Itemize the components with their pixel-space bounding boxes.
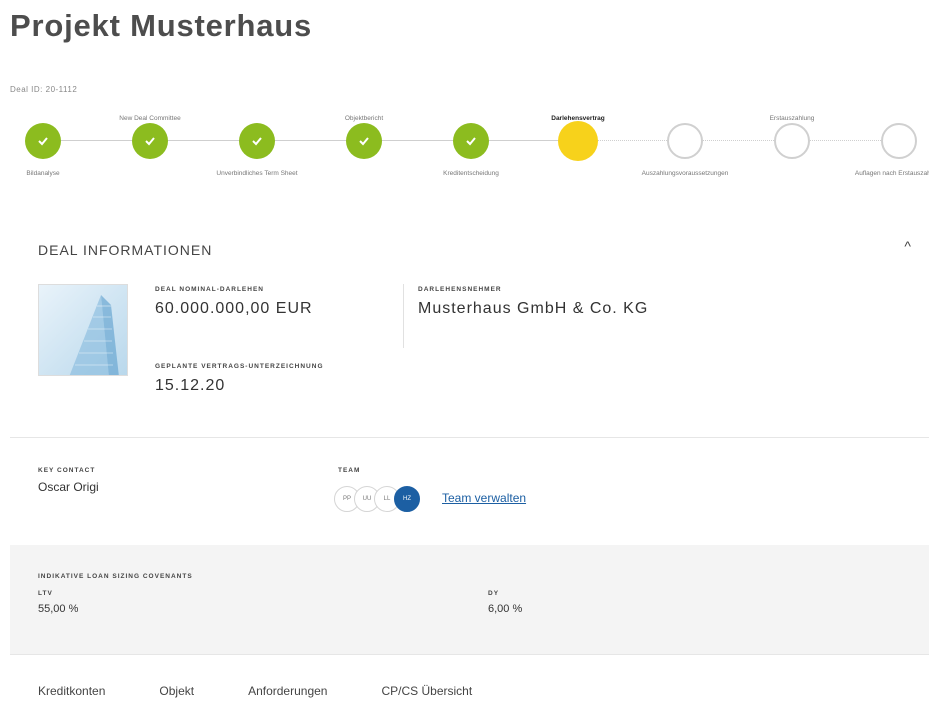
deal-id: Deal ID: 20-1112 bbox=[10, 85, 78, 94]
step-5[interactable]: Darlehensvertrag bbox=[518, 95, 638, 205]
borrower-value: Musterhaus GmbH & Co. KG bbox=[418, 300, 649, 317]
team-label: TEAM bbox=[338, 467, 361, 474]
tab-cpcs-uebersicht[interactable]: CP/CS Übersicht bbox=[381, 684, 472, 698]
divider bbox=[403, 284, 404, 348]
borrower-label: DARLEHENSNEHMER bbox=[418, 286, 502, 293]
step-pending-indicator bbox=[881, 123, 917, 159]
key-contact-label: KEY CONTACT bbox=[38, 467, 96, 474]
tab-anforderungen[interactable]: Anforderungen bbox=[248, 684, 327, 698]
signing-label: GEPLANTE VERTRAGS-UNTERZEICHNUNG bbox=[155, 363, 324, 370]
step-8[interactable]: Auflagen nach Erstauszahlung bbox=[839, 95, 929, 205]
step-label: Objektbericht bbox=[344, 115, 384, 122]
step-7[interactable]: Erstauszahlung bbox=[732, 95, 852, 205]
step-label: Unverbindliches Term Sheet bbox=[216, 170, 298, 177]
signing-value: 15.12.20 bbox=[155, 377, 226, 394]
contact-section: KEY CONTACT Oscar Origi TEAM PP UU LL HZ… bbox=[10, 440, 929, 543]
covenants-title: INDIKATIVE LOAN SIZING COVENANTS bbox=[38, 573, 193, 580]
step-label: Auszahlungsvoraussetzungen bbox=[641, 170, 729, 177]
check-icon bbox=[466, 137, 476, 146]
check-icon bbox=[252, 137, 262, 146]
section-title: DEAL INFORMATIONEN bbox=[38, 242, 213, 258]
bottom-tabs: Kreditkonten Objekt Anforderungen CP/CS … bbox=[38, 684, 526, 698]
step-complete-indicator bbox=[453, 123, 489, 159]
check-icon bbox=[38, 137, 48, 146]
step-label: New Deal Committee bbox=[119, 115, 181, 122]
dy-label: DY bbox=[488, 590, 500, 597]
step-2[interactable]: Unverbindliches Term Sheet bbox=[197, 95, 317, 205]
ltv-value: 55,00 % bbox=[38, 603, 79, 615]
step-pending-indicator bbox=[774, 123, 810, 159]
key-contact-name: Oscar Origi bbox=[38, 480, 99, 494]
step-label: Auflagen nach Erstauszahlung bbox=[854, 170, 929, 177]
progress-stepper: Bildanalyse New Deal Committee Unverbindli… bbox=[0, 95, 929, 205]
check-icon bbox=[359, 137, 369, 146]
chevron-up-icon[interactable]: ^ bbox=[904, 238, 911, 254]
tab-kreditkonten[interactable]: Kreditkonten bbox=[38, 684, 105, 698]
page-title: Projekt Musterhaus bbox=[10, 8, 313, 43]
step-complete-indicator bbox=[346, 123, 382, 159]
building-image bbox=[38, 284, 128, 376]
step-6[interactable]: Auszahlungsvoraussetzungen bbox=[625, 95, 745, 205]
step-complete-indicator bbox=[132, 123, 168, 159]
deal-information-card: DEAL INFORMATIONEN ^ DEAL NOMINAL-DARLEH… bbox=[10, 214, 929, 438]
step-label: Erstauszahlung bbox=[769, 115, 815, 122]
step-label: Bildanalyse bbox=[26, 170, 60, 177]
dy-value: 6,00 % bbox=[488, 603, 523, 615]
step-current-indicator bbox=[558, 121, 598, 161]
nominal-value: 60.000.000,00 EUR bbox=[155, 300, 313, 317]
avatar[interactable]: HZ bbox=[394, 486, 420, 512]
step-1[interactable]: New Deal Committee bbox=[90, 95, 210, 205]
step-0[interactable]: Bildanalyse bbox=[0, 95, 103, 205]
step-pending-indicator bbox=[667, 123, 703, 159]
step-4[interactable]: Kreditentscheidung bbox=[411, 95, 531, 205]
step-3[interactable]: Objektbericht bbox=[304, 95, 424, 205]
step-label: Kreditentscheidung bbox=[443, 170, 499, 177]
nominal-label: DEAL NOMINAL-DARLEHEN bbox=[155, 286, 264, 293]
covenants-section: INDIKATIVE LOAN SIZING COVENANTS LTV 55,… bbox=[10, 545, 929, 655]
team-avatars: PP UU LL HZ bbox=[334, 486, 420, 512]
manage-team-link[interactable]: Team verwalten bbox=[442, 491, 526, 505]
step-complete-indicator bbox=[25, 123, 61, 159]
ltv-label: LTV bbox=[38, 590, 53, 597]
step-complete-indicator bbox=[239, 123, 275, 159]
tab-objekt[interactable]: Objekt bbox=[159, 684, 194, 698]
check-icon bbox=[145, 137, 155, 146]
building-icon bbox=[69, 295, 119, 375]
